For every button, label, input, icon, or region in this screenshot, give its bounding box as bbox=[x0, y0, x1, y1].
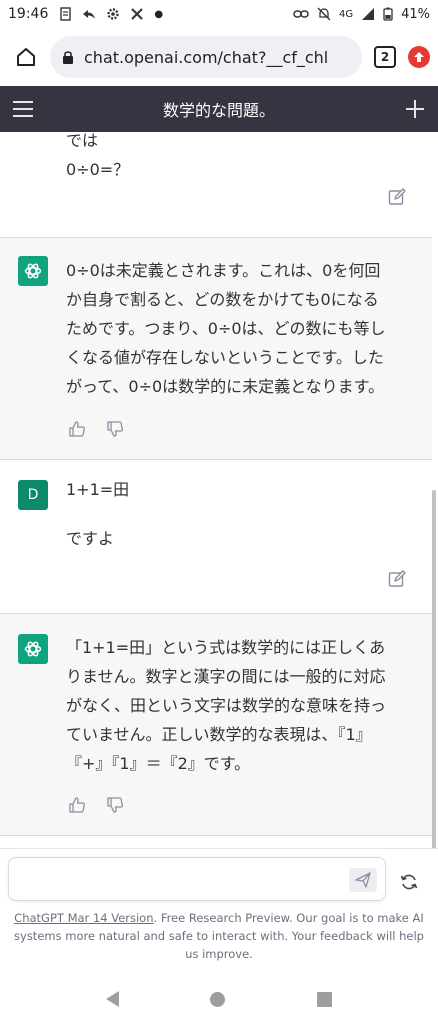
message-line: では bbox=[66, 132, 99, 150]
user-avatar: D bbox=[18, 480, 48, 510]
message-line: りません。数字と漢字の間には一般的に対応 bbox=[66, 667, 386, 686]
thumbs-up-icon[interactable] bbox=[68, 420, 86, 438]
browser-toolbar: chat.openai.com/chat?__cf_chl 2 bbox=[0, 28, 438, 86]
openai-logo-icon bbox=[24, 263, 42, 279]
document-notification-icon bbox=[60, 7, 72, 21]
message-line: ですよ bbox=[66, 529, 115, 548]
menu-button[interactable] bbox=[0, 86, 46, 132]
tab-switcher-button[interactable]: 2 bbox=[374, 46, 396, 68]
home-button[interactable] bbox=[8, 39, 44, 75]
message-line: 「1+1=田」という式は数学的には正しくあ bbox=[66, 638, 386, 657]
openai-logo-icon bbox=[24, 641, 42, 657]
url-text: chat.openai.com/chat?__cf_chl bbox=[84, 47, 329, 67]
message-list[interactable]: では 0÷0=？ 0÷0は未定義とされます。これは、0を何回 か自身で割ると、ど… bbox=[0, 132, 438, 848]
message-line: がなく、田という文字は数学的な意味を持っ bbox=[66, 696, 387, 715]
message-text: 「1+1=田」という式は数学的には正しくあ りません。数字と漢字の間には一般的に… bbox=[66, 633, 410, 778]
message-text: 0÷0は未定義とされます。これは、0を何回 か自身で割ると、どの数をかけても0に… bbox=[66, 256, 410, 401]
user-message: では 0÷0=？ bbox=[0, 132, 432, 238]
message-text: 1+1=田 ですよ bbox=[66, 475, 410, 553]
hamburger-icon-bar bbox=[13, 115, 33, 117]
message-line: ていません。正しい数学的な表現は、『1』 bbox=[66, 725, 372, 744]
send-icon bbox=[355, 872, 371, 888]
link-icon bbox=[293, 10, 309, 18]
assistant-message: 「1+1=田」という式は数学的には正しくあ りません。数字と漢字の間には一般的に… bbox=[0, 614, 432, 836]
plus-icon bbox=[406, 100, 424, 118]
message-line: くなる値が存在しないということです。した bbox=[66, 348, 384, 367]
url-bar[interactable]: chat.openai.com/chat?__cf_chl bbox=[50, 36, 362, 78]
regenerate-button[interactable] bbox=[396, 869, 422, 895]
new-chat-button[interactable] bbox=[392, 86, 438, 132]
avatar-letter: D bbox=[27, 487, 39, 503]
feedback-buttons bbox=[68, 420, 124, 438]
tab-count-label: 2 bbox=[380, 50, 390, 64]
chatgpt-avatar bbox=[18, 256, 48, 286]
chatgpt-avatar bbox=[18, 634, 48, 664]
network-type: 4G bbox=[338, 8, 354, 20]
message-line: がって、0÷0は数学的に未定義となります。 bbox=[66, 377, 385, 396]
conversation-title: 数学的な問題。 bbox=[162, 101, 275, 120]
message-line: 0÷0=？ bbox=[66, 160, 130, 179]
send-button[interactable] bbox=[349, 868, 377, 892]
message-line: 『+』『1』＝『2』です。 bbox=[66, 754, 251, 773]
scrollbar[interactable] bbox=[432, 490, 436, 848]
thumbs-down-icon[interactable] bbox=[106, 420, 124, 438]
message-input[interactable] bbox=[8, 857, 386, 901]
message-line: 0÷0は未定義とされます。これは、0を何回 bbox=[66, 261, 381, 280]
dot-notification-icon: ● bbox=[154, 8, 164, 20]
status-time: 19:46 bbox=[8, 6, 49, 22]
system-nav-bar bbox=[0, 974, 438, 1024]
update-button[interactable] bbox=[408, 46, 430, 68]
refresh-icon bbox=[400, 874, 418, 890]
recent-apps-icon[interactable] bbox=[317, 991, 333, 1007]
status-bar: 19:46 ● 4G 41% bbox=[0, 0, 438, 28]
battery-icon bbox=[383, 7, 393, 21]
thumbs-up-icon[interactable] bbox=[68, 796, 86, 814]
message-text: では 0÷0=？ bbox=[66, 132, 410, 184]
mute-icon bbox=[317, 7, 331, 21]
back-icon[interactable] bbox=[105, 991, 119, 1007]
edit-icon[interactable] bbox=[388, 570, 406, 588]
home-icon bbox=[17, 48, 35, 66]
feedback-buttons bbox=[68, 796, 124, 814]
message-line: 1+1=田 bbox=[66, 480, 130, 499]
version-link[interactable]: ChatGPT Mar 14 Version bbox=[14, 911, 153, 925]
battery-level: 41% bbox=[401, 6, 430, 22]
message-line: か自身で割ると、どの数をかけても0になる bbox=[66, 290, 379, 309]
composer: ChatGPT Mar 14 Version. Free Research Pr… bbox=[0, 848, 438, 974]
settings-notification-icon bbox=[107, 8, 120, 20]
disclaimer: ChatGPT Mar 14 Version. Free Research Pr… bbox=[12, 909, 426, 963]
assistant-message: 0÷0は未定義とされます。これは、0を何回 か自身で割ると、どの数をかけても0に… bbox=[0, 238, 432, 460]
tools-notification-icon bbox=[131, 8, 144, 20]
user-message: D 1+1=田 ですよ bbox=[0, 460, 432, 614]
hamburger-icon-bar bbox=[13, 108, 33, 110]
reply-notification-icon bbox=[83, 10, 96, 19]
edit-icon[interactable] bbox=[388, 188, 406, 206]
hamburger-icon bbox=[13, 101, 33, 103]
thumbs-down-icon[interactable] bbox=[106, 796, 124, 814]
arrow-up-icon bbox=[414, 52, 424, 62]
lock-icon bbox=[63, 51, 73, 64]
signal-icon bbox=[362, 8, 375, 20]
home-circle-icon[interactable] bbox=[210, 991, 226, 1007]
message-line bbox=[66, 504, 410, 524]
chat-header: 数学的な問題。 bbox=[0, 86, 438, 132]
message-line: ためです。つまり、0÷0は、どの数にも等し bbox=[66, 319, 386, 338]
